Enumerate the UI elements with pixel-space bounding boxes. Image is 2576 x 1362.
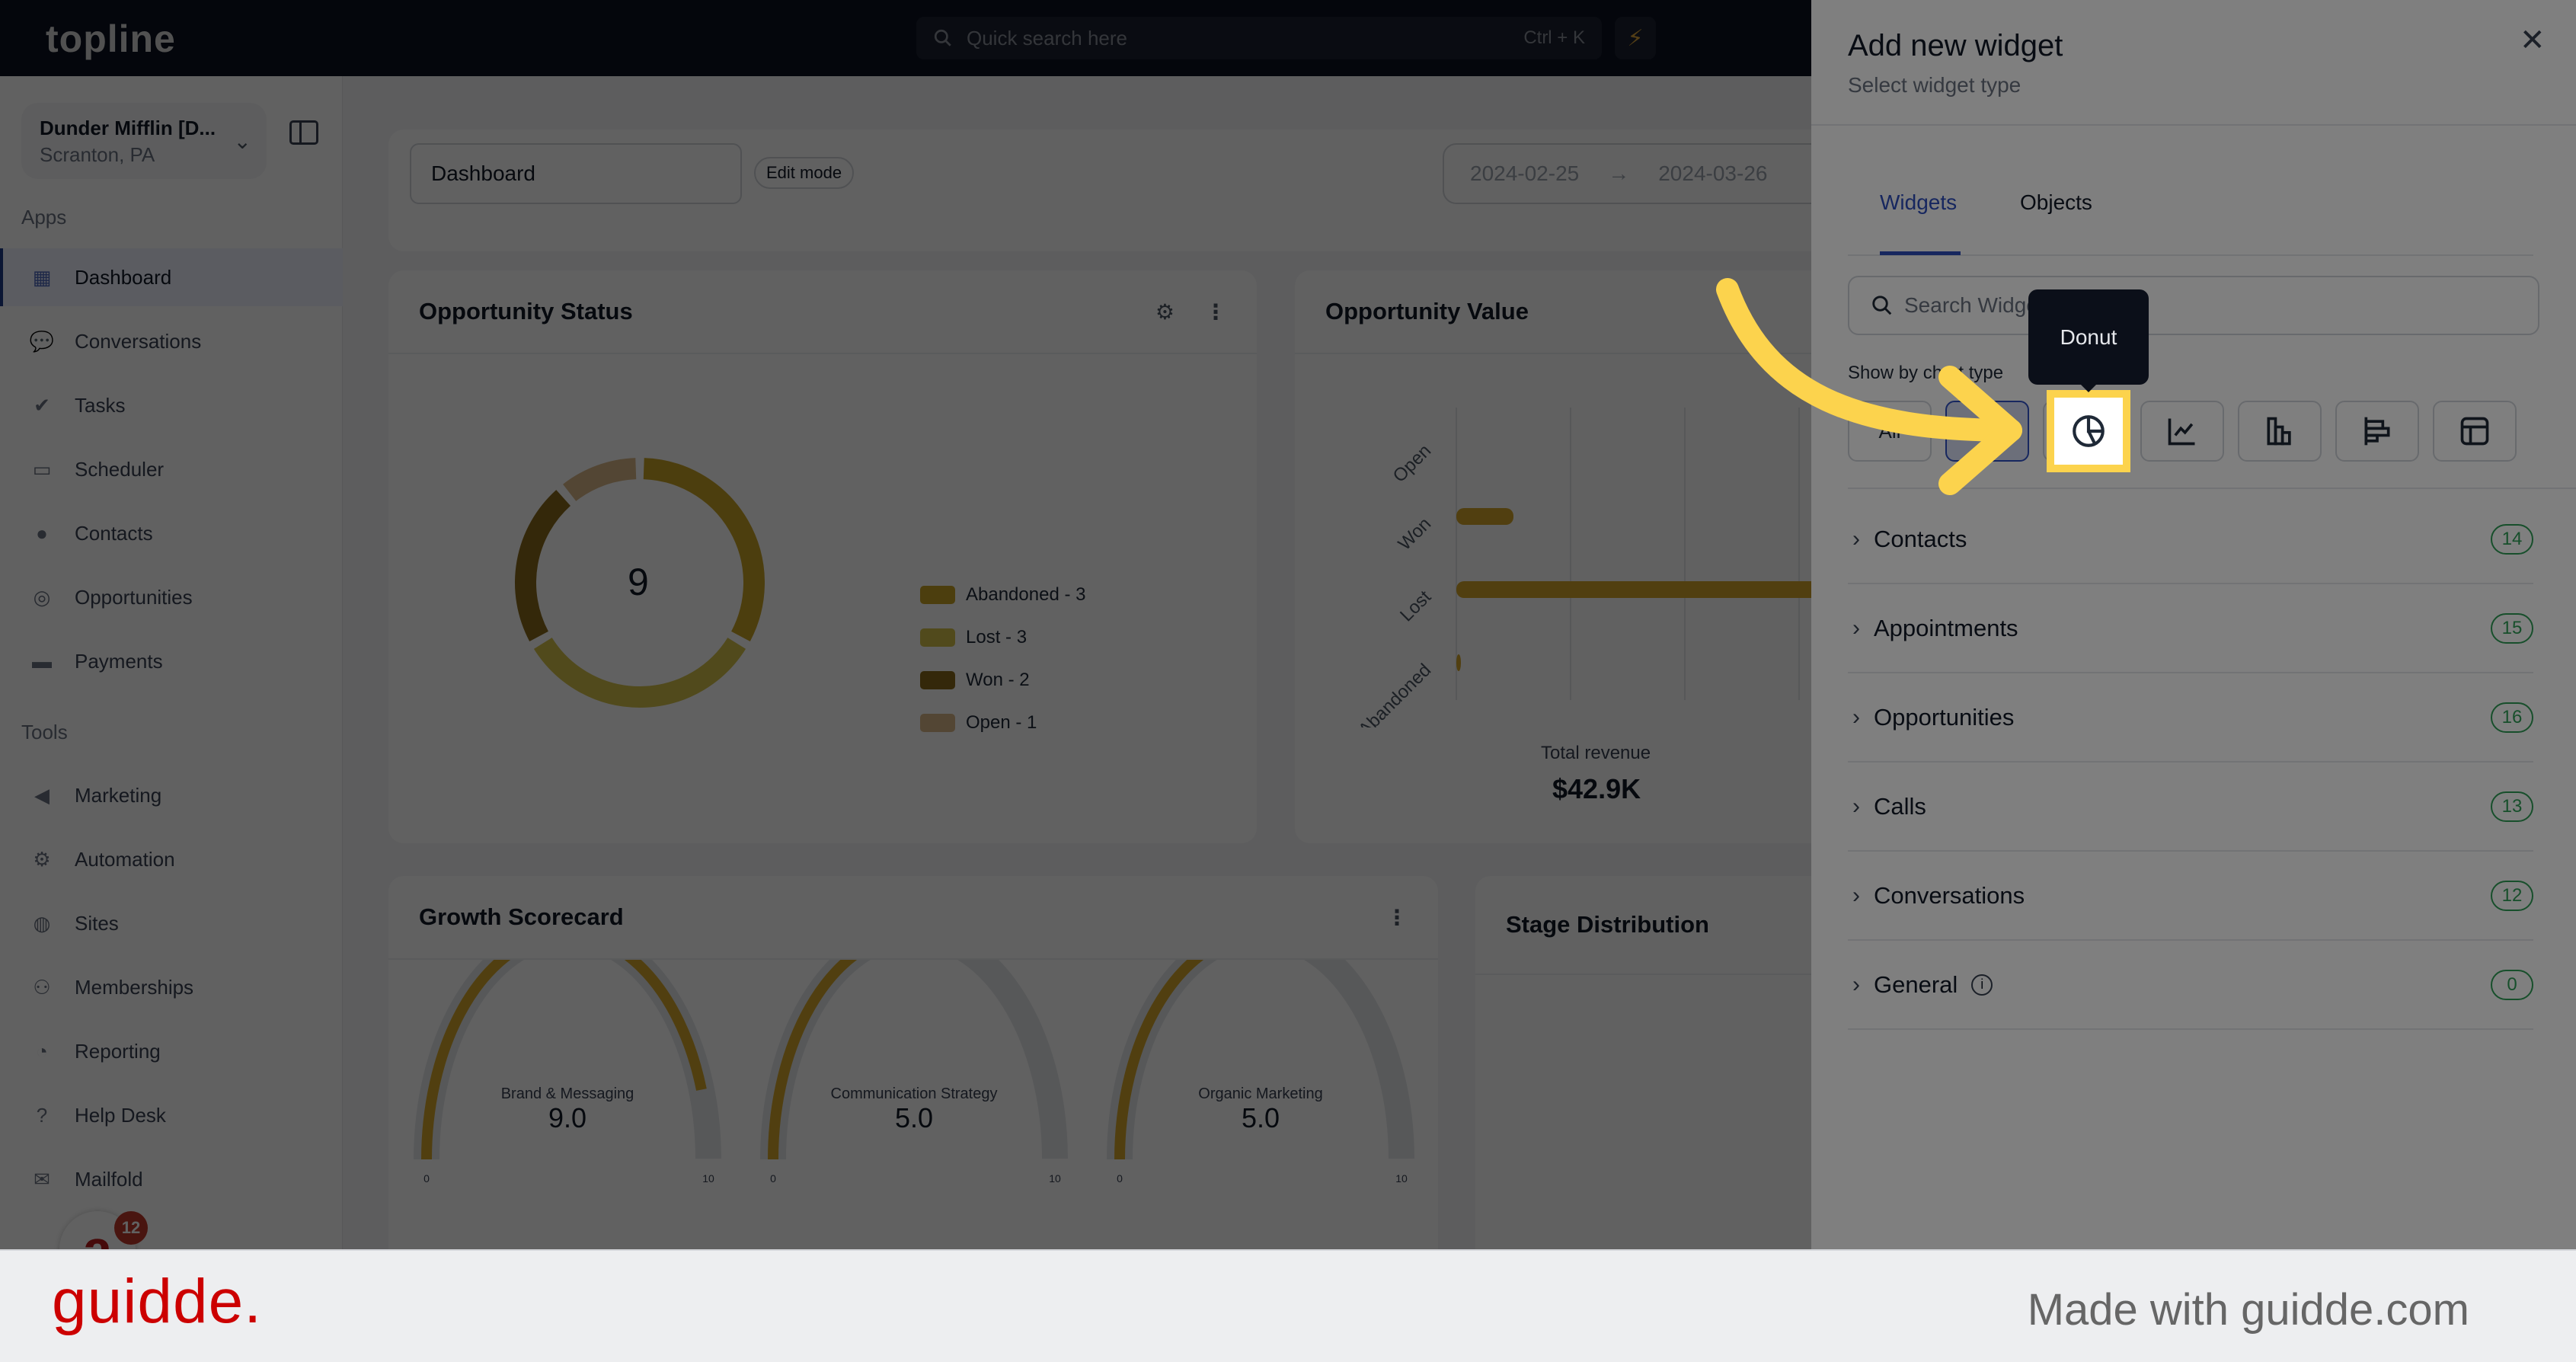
guide-dim-overlay [1811,0,2576,1249]
guidde-footer: guidde. Made with guidde.com [0,1249,2576,1362]
guidde-logo[interactable]: guidde. [52,1266,262,1338]
donut-chart-type-highlight[interactable] [2047,390,2130,472]
made-with-label[interactable]: Made with guidde.com [2028,1284,2469,1335]
guide-dim-overlay [0,0,1811,1249]
tooltip: Donut [2028,289,2149,392]
donut-chart-icon [2073,415,2105,447]
add-widget-panel: Add new widget Select widget type ✕ Widg… [1811,0,2576,1249]
